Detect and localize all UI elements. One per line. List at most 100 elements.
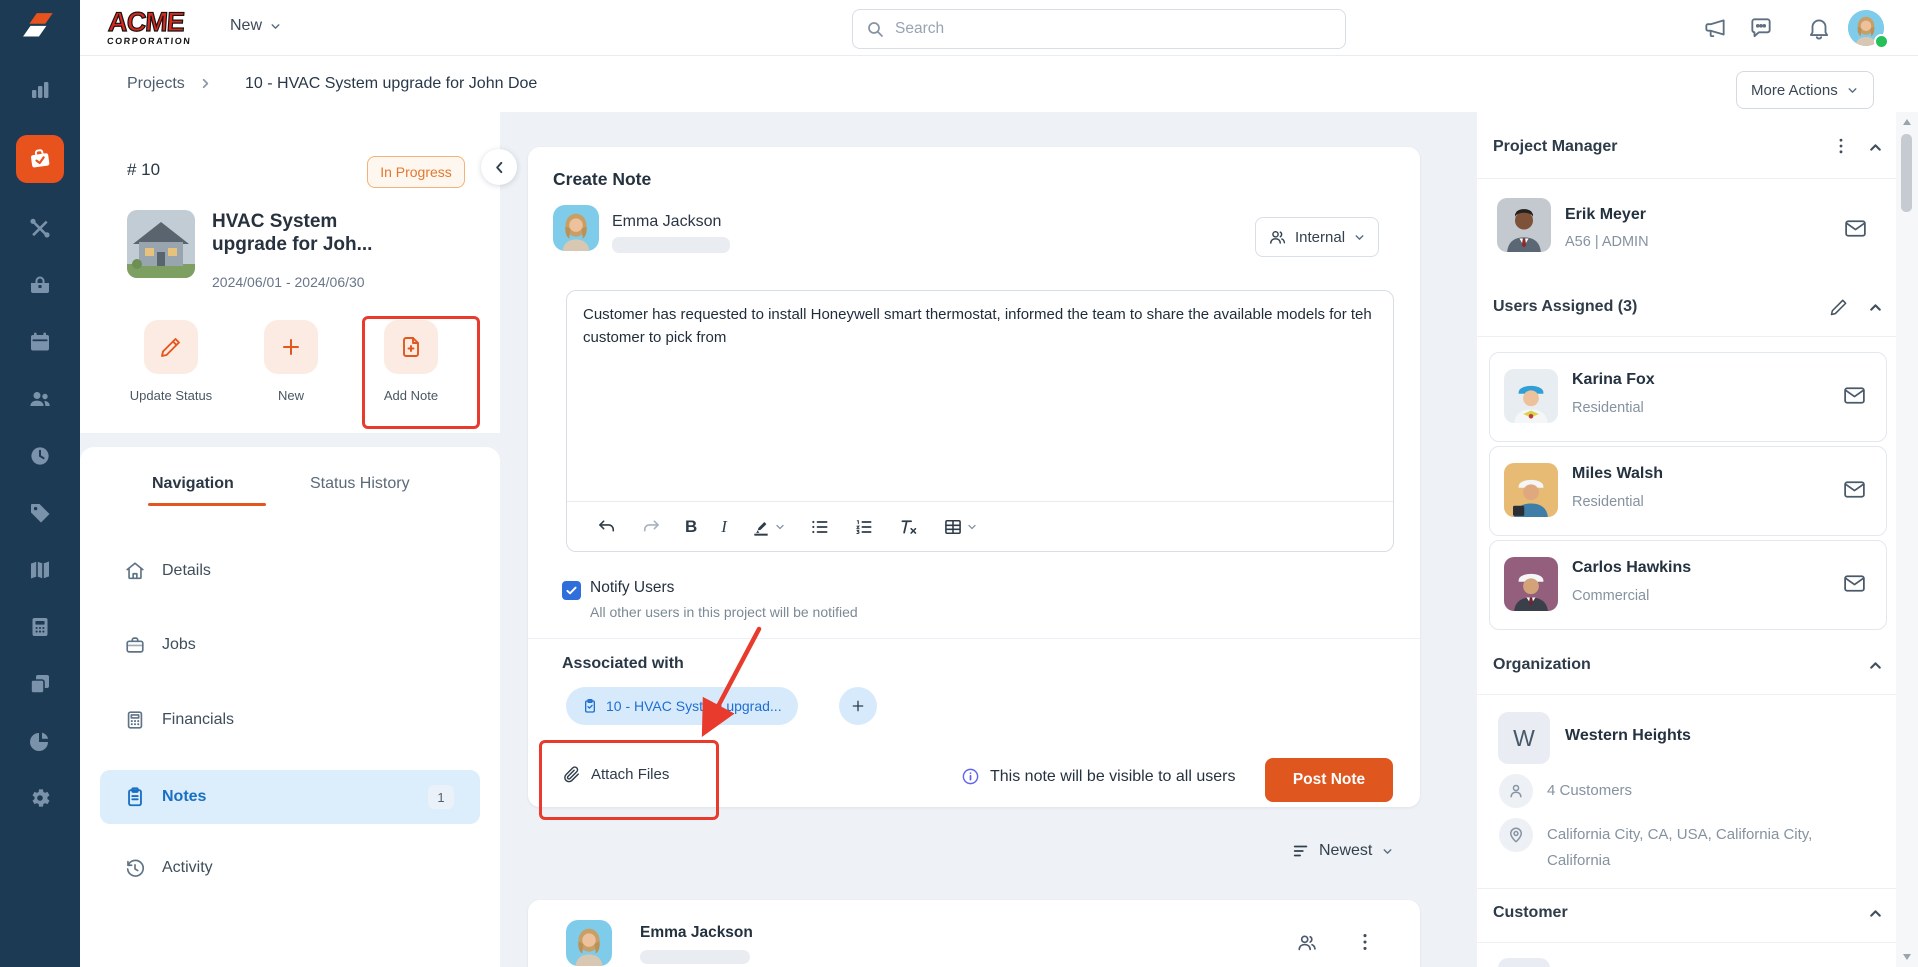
sidebar-item-details[interactable]: Details [100, 544, 480, 598]
redo-button[interactable] [641, 517, 661, 537]
assigned-user-card: Carlos Hawkins Commercial [1489, 540, 1887, 630]
estimates-icon[interactable] [28, 615, 52, 639]
tab-navigation[interactable]: Navigation [152, 475, 234, 493]
scrollbar[interactable] [1896, 112, 1918, 967]
kebab-menu-icon[interactable] [1831, 136, 1851, 156]
create-note-title: Create Note [553, 169, 652, 189]
project-number: # 10 [127, 160, 161, 179]
assigned-user-avatar-image [1504, 463, 1558, 517]
organization-title: Organization [1493, 656, 1591, 673]
note-visibility-users-icon[interactable] [1296, 932, 1318, 954]
notes-count-badge: 1 [428, 785, 454, 809]
visibility-note-text: This note will be visible to all users [990, 767, 1236, 785]
app-root: ACME CORPORATION New Projects 10 - HVAC … [0, 0, 1918, 967]
note-author-avatar [566, 920, 612, 966]
mail-icon[interactable] [1843, 216, 1868, 241]
update-status-button[interactable]: Update Status [111, 320, 231, 403]
add-association-button[interactable] [839, 687, 877, 725]
chevron-down-icon [271, 23, 280, 29]
sidebar-item-jobs[interactable]: Jobs [100, 618, 480, 672]
nav-notes-label: Notes [162, 788, 207, 805]
notifications-icon[interactable] [1806, 15, 1832, 41]
teams-icon[interactable] [28, 387, 52, 411]
sort-label: Newest [1319, 842, 1373, 859]
ordered-list-button[interactable] [854, 517, 874, 537]
online-status-dot [1874, 34, 1889, 49]
toolbox-icon[interactable] [28, 273, 52, 297]
assigned-user-avatar [1504, 463, 1558, 517]
settings-icon[interactable] [28, 786, 52, 810]
reports-icon[interactable] [28, 729, 52, 753]
chevron-down-icon [968, 524, 976, 529]
associated-with-label: Associated with [562, 655, 684, 672]
dashboard-icon[interactable] [28, 78, 52, 102]
more-actions-button[interactable]: More Actions [1736, 71, 1874, 109]
scrollbar-thumb[interactable] [1901, 134, 1912, 212]
author-avatar [553, 205, 599, 251]
nav-activity-label: Activity [162, 859, 213, 876]
app-logo-icon [23, 12, 53, 36]
sidebar-item-financials[interactable]: Financials [100, 693, 480, 747]
kebab-menu-icon[interactable] [1354, 931, 1376, 953]
collapse-panel-button[interactable] [481, 149, 517, 185]
sort-selector[interactable]: Newest [1292, 842, 1394, 860]
new-menu[interactable]: New [230, 17, 282, 35]
check-icon [566, 586, 577, 595]
notify-users-checkbox[interactable] [562, 581, 581, 600]
clear-format-button[interactable] [898, 516, 919, 537]
timesheet-icon[interactable] [28, 444, 52, 468]
visibility-selector[interactable]: Internal [1255, 217, 1380, 257]
map-pin-icon [1510, 827, 1522, 843]
breadcrumb-projects[interactable]: Projects [127, 75, 185, 93]
table-button[interactable] [943, 517, 978, 537]
map-icon[interactable] [28, 558, 52, 582]
assigned-user-role: Commercial [1572, 588, 1650, 604]
chevron-up-icon[interactable] [1867, 299, 1884, 316]
sidebar-item-activity[interactable]: Activity [100, 841, 480, 895]
tab-status-history[interactable]: Status History [310, 475, 410, 493]
scrollbar-up-arrow[interactable] [1902, 118, 1912, 126]
chevron-up-icon[interactable] [1867, 905, 1884, 922]
sidebar-item-projects-active[interactable] [16, 135, 64, 183]
assigned-user-avatar-image [1504, 557, 1558, 611]
breadcrumb-chevron-icon [202, 78, 209, 89]
divider [528, 638, 1420, 639]
app-logo[interactable] [0, 0, 80, 55]
pencil-icon [161, 338, 180, 357]
italic-button[interactable]: I [721, 517, 727, 537]
undo-button[interactable] [597, 517, 617, 537]
visibility-label: Internal [1295, 228, 1346, 246]
project-title: HVAC System upgrade for Joh... [212, 211, 373, 255]
new-button[interactable]: New [231, 320, 351, 403]
acme-logo: ACME CORPORATION [107, 6, 194, 46]
edit-users-pencil-icon[interactable] [1829, 297, 1849, 317]
customer-title: Customer [1493, 904, 1568, 921]
sidebar-item-notes[interactable]: Notes 1 [100, 770, 480, 824]
project-manager-avatar-image [1497, 198, 1551, 252]
calendar-icon[interactable] [28, 330, 52, 354]
project-navigation-panel: Navigation Status History Details Jobs F… [80, 447, 500, 967]
mail-icon[interactable] [1842, 571, 1867, 596]
search-input[interactable] [893, 10, 1337, 48]
post-note-button[interactable]: Post Note [1265, 758, 1393, 802]
chevron-down-icon [1383, 848, 1392, 854]
chevron-up-icon[interactable] [1867, 139, 1884, 156]
tags-icon[interactable] [28, 501, 52, 525]
documents-icon[interactable] [28, 672, 52, 696]
announcements-icon[interactable] [1702, 15, 1728, 41]
bold-button[interactable]: B [685, 517, 697, 537]
note-editor[interactable]: Customer has requested to install Honeyw… [566, 290, 1394, 552]
associated-project-chip[interactable]: 10 - HVAC System upgrad... [566, 687, 798, 725]
chat-icon[interactable] [1748, 15, 1774, 41]
bullet-list-button[interactable] [810, 517, 830, 537]
highlight-button[interactable] [751, 517, 786, 537]
tools-icon[interactable] [28, 216, 52, 240]
chevron-up-icon[interactable] [1867, 657, 1884, 674]
mail-icon[interactable] [1842, 383, 1867, 408]
add-note-annotation-box [362, 316, 480, 429]
note-author-name: Emma Jackson [640, 924, 753, 941]
info-icon [962, 768, 979, 785]
nav-financials-label: Financials [162, 711, 235, 728]
mail-icon[interactable] [1842, 477, 1867, 502]
scrollbar-down-arrow[interactable] [1902, 953, 1912, 961]
